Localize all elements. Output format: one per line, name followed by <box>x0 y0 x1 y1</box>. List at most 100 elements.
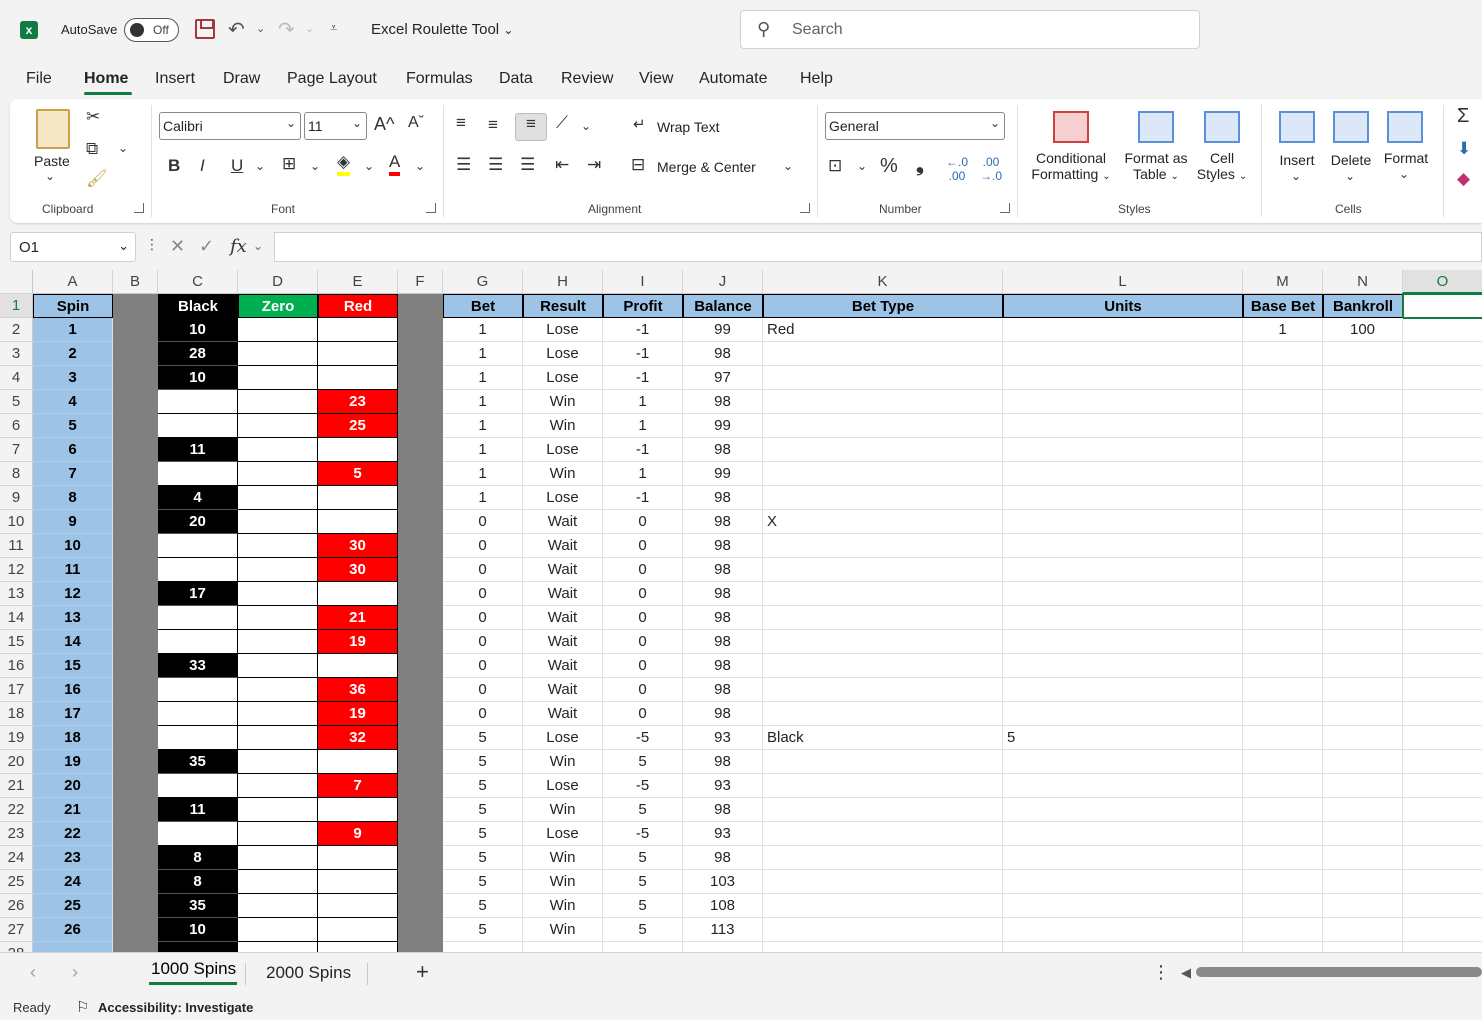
red-number-cell[interactable] <box>318 342 398 366</box>
zero-number-cell[interactable] <box>238 510 318 534</box>
balance-cell[interactable]: 98 <box>683 750 763 774</box>
row-header[interactable]: 15 <box>0 630 33 654</box>
bet-cell[interactable]: 0 <box>443 630 523 654</box>
result-cell[interactable]: Win <box>523 894 603 918</box>
units-cell[interactable] <box>1003 414 1243 438</box>
next-sheet-icon[interactable]: › <box>72 962 78 983</box>
bankroll-cell[interactable] <box>1323 582 1403 606</box>
format-dropdown-icon[interactable]: ⌄ <box>1399 167 1409 181</box>
bankroll-cell[interactable] <box>1323 366 1403 390</box>
empty-cell[interactable] <box>1403 318 1482 342</box>
red-number-cell[interactable]: 32 <box>318 726 398 750</box>
spin-cell[interactable]: 11 <box>33 558 113 582</box>
zero-number-cell[interactable] <box>238 366 318 390</box>
bankroll-cell[interactable] <box>1323 462 1403 486</box>
bet-cell[interactable]: 0 <box>443 606 523 630</box>
zero-number-cell[interactable] <box>238 774 318 798</box>
spin-cell-partial[interactable] <box>33 942 113 952</box>
fill-color-icon[interactable]: ◈ <box>337 152 351 176</box>
undo-dropdown-icon[interactable]: ⌄ <box>256 22 265 35</box>
tab-help[interactable]: Help <box>800 70 833 88</box>
red-number-cell-partial[interactable] <box>318 942 398 952</box>
base-bet-cell[interactable] <box>1243 774 1323 798</box>
bet-type-cell[interactable] <box>763 582 1003 606</box>
row-header[interactable]: 11 <box>0 534 33 558</box>
spin-cell[interactable]: 6 <box>33 438 113 462</box>
column-header-o[interactable]: O <box>1403 270 1482 294</box>
balance-cell[interactable]: 98 <box>683 798 763 822</box>
orientation-dropdown-icon[interactable]: ⌄ <box>581 119 591 133</box>
result-cell[interactable]: Wait <box>523 582 603 606</box>
row-header[interactable]: 2 <box>0 318 33 342</box>
balance-cell[interactable]: 98 <box>683 510 763 534</box>
header-balance[interactable]: Balance <box>683 294 763 318</box>
bankroll-cell[interactable] <box>1323 342 1403 366</box>
header-profit[interactable]: Profit <box>603 294 683 318</box>
balance-cell[interactable]: 98 <box>683 486 763 510</box>
result-cell[interactable]: Lose <box>523 726 603 750</box>
bet-type-cell[interactable] <box>763 342 1003 366</box>
zero-number-cell[interactable] <box>238 822 318 846</box>
align-bottom-icon[interactable]: ≡ <box>515 113 547 141</box>
balance-cell[interactable]: 103 <box>683 870 763 894</box>
spin-cell[interactable]: 21 <box>33 798 113 822</box>
merge-dropdown-icon[interactable]: ⌄ <box>783 159 793 173</box>
balance-cell[interactable]: 93 <box>683 726 763 750</box>
spin-cell[interactable]: 24 <box>33 870 113 894</box>
horizontal-scrollbar[interactable] <box>1196 967 1482 977</box>
bet-type-cell[interactable]: Red <box>763 318 1003 342</box>
balance-cell[interactable]: 99 <box>683 414 763 438</box>
comma-style-icon[interactable]: ❟ <box>916 154 924 177</box>
autosum-icon[interactable]: Σ <box>1457 105 1469 128</box>
red-number-cell[interactable]: 5 <box>318 462 398 486</box>
cell-styles-icon[interactable] <box>1204 111 1240 143</box>
row-header[interactable]: 16 <box>0 654 33 678</box>
bet-cell[interactable]: 5 <box>443 798 523 822</box>
base-bet-cell[interactable] <box>1243 390 1323 414</box>
row-header[interactable]: 25 <box>0 870 33 894</box>
bankroll-cell[interactable] <box>1323 894 1403 918</box>
spin-cell[interactable]: 15 <box>33 654 113 678</box>
empty-cell[interactable] <box>1403 654 1482 678</box>
font-color-dropdown-icon[interactable]: ⌄ <box>415 159 425 173</box>
result-cell[interactable]: Lose <box>523 486 603 510</box>
clipboard-launcher-icon[interactable] <box>134 203 144 213</box>
paste-icon[interactable] <box>36 109 70 149</box>
percent-icon[interactable]: % <box>880 155 898 178</box>
units-cell[interactable] <box>1003 654 1243 678</box>
spin-cell[interactable]: 10 <box>33 534 113 558</box>
balance-cell[interactable]: 98 <box>683 630 763 654</box>
align-top-icon[interactable]: ≡ <box>456 113 466 133</box>
fill-color-dropdown-icon[interactable]: ⌄ <box>364 159 374 173</box>
header-spin[interactable]: Spin <box>33 294 113 318</box>
wrap-text-button[interactable]: Wrap Text <box>657 119 720 135</box>
base-bet-cell[interactable] <box>1243 702 1323 726</box>
profit-cell[interactable]: 5 <box>603 750 683 774</box>
empty-cell[interactable] <box>1403 366 1482 390</box>
alignment-launcher-icon[interactable] <box>800 203 810 213</box>
units-cell[interactable] <box>1003 630 1243 654</box>
red-number-cell[interactable] <box>318 894 398 918</box>
name-box[interactable]: O1 ⌄ <box>10 232 136 262</box>
empty-cell[interactable] <box>1403 798 1482 822</box>
spin-cell[interactable]: 1 <box>33 318 113 342</box>
merge-center-icon[interactable]: ⊟ <box>631 155 645 175</box>
base-bet-cell[interactable] <box>1243 462 1323 486</box>
row-header[interactable]: 3 <box>0 342 33 366</box>
delete-dropdown-icon[interactable]: ⌄ <box>1345 169 1355 183</box>
spin-cell[interactable]: 5 <box>33 414 113 438</box>
enter-icon[interactable]: ✓ <box>199 236 214 257</box>
base-bet-cell[interactable] <box>1243 342 1323 366</box>
bet-cell[interactable]: 1 <box>443 366 523 390</box>
gray-column-f[interactable] <box>398 294 443 952</box>
red-number-cell[interactable] <box>318 366 398 390</box>
empty-cell-partial[interactable] <box>603 942 683 952</box>
base-bet-cell[interactable] <box>1243 414 1323 438</box>
zero-number-cell[interactable] <box>238 558 318 582</box>
units-cell[interactable] <box>1003 846 1243 870</box>
empty-cell[interactable] <box>1403 846 1482 870</box>
bankroll-cell[interactable] <box>1323 702 1403 726</box>
units-cell[interactable]: 5 <box>1003 726 1243 750</box>
merge-center-button[interactable]: Merge & Center <box>657 159 756 175</box>
wrap-text-icon[interactable]: ↵ <box>633 115 646 133</box>
